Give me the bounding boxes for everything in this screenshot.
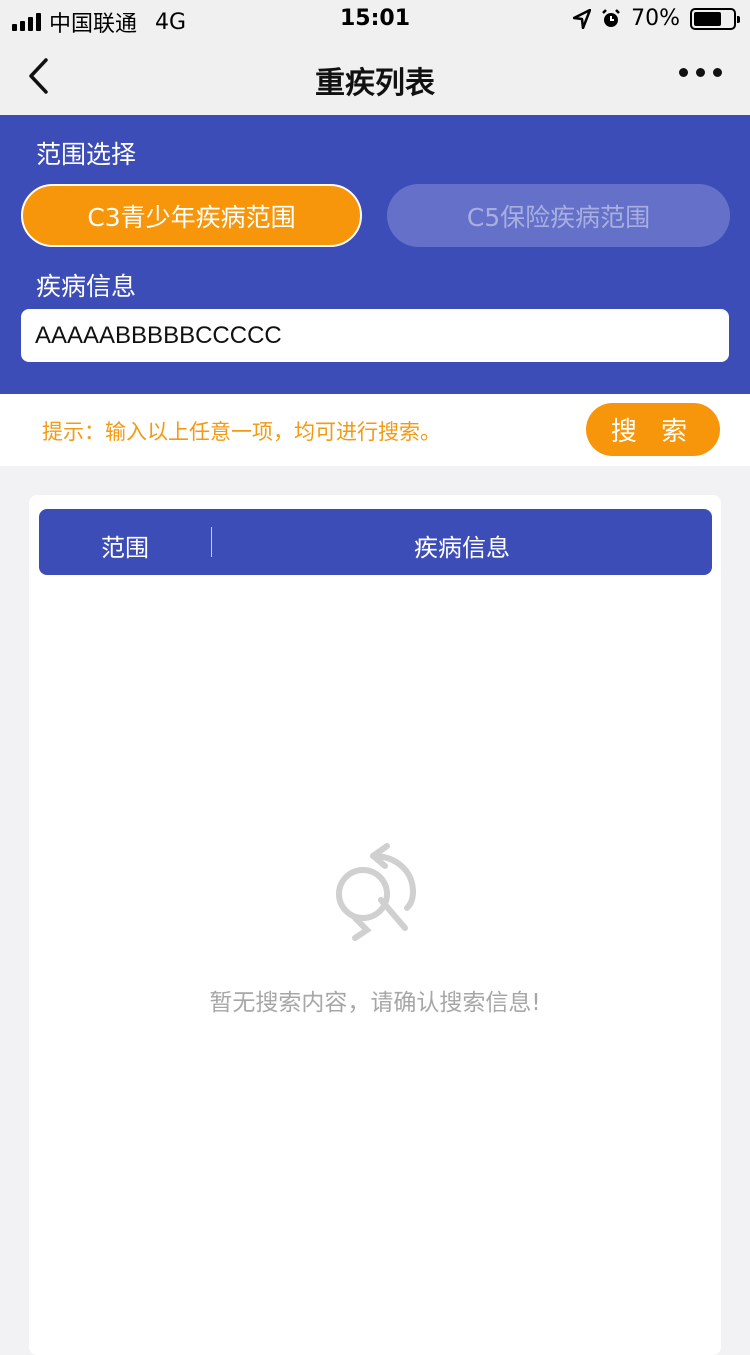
hint-bar: 提示：输入以上任意一项，均可进行搜索。 搜 索 [0,394,750,466]
disease-label: 疾病信息 [36,272,137,301]
scope-option-c5[interactable]: C5保险疾病范围 [387,184,730,247]
empty-message: 暂无搜索内容，请确认搜索信息! [209,990,541,1016]
search-button[interactable]: 搜 索 [586,403,720,456]
no-results-icon [336,843,417,941]
results-card: 范围 疾病信息 暂无搜索内容，请确认搜索信息! [29,495,721,1355]
hint-text: 提示：输入以上任意一项，均可进行搜索。 [42,420,441,444]
scope-option-c3[interactable]: C3青少年疾病范围 [21,184,362,247]
location-icon [573,8,592,29]
column-header-scope: 范围 [101,534,149,562]
battery-icon [690,7,740,30]
nav-bar: 重疾列表 [0,40,750,115]
column-header-disease-info: 疾病信息 [414,534,510,562]
status-bar: 中国联通 4G 15:01 70% [0,0,750,40]
more-dots-icon[interactable] [679,68,722,77]
disease-input[interactable] [21,309,729,362]
battery-percent: 70% [631,6,680,31]
results-table-header: 范围 疾病信息 [39,509,712,575]
scope-label: 范围选择 [36,140,137,169]
alarm-icon [602,8,620,27]
page-title: 重疾列表 [315,66,435,101]
filter-panel: 范围选择 C3青少年疾病范围 C5保险疾病范围 疾病信息 [0,115,750,394]
